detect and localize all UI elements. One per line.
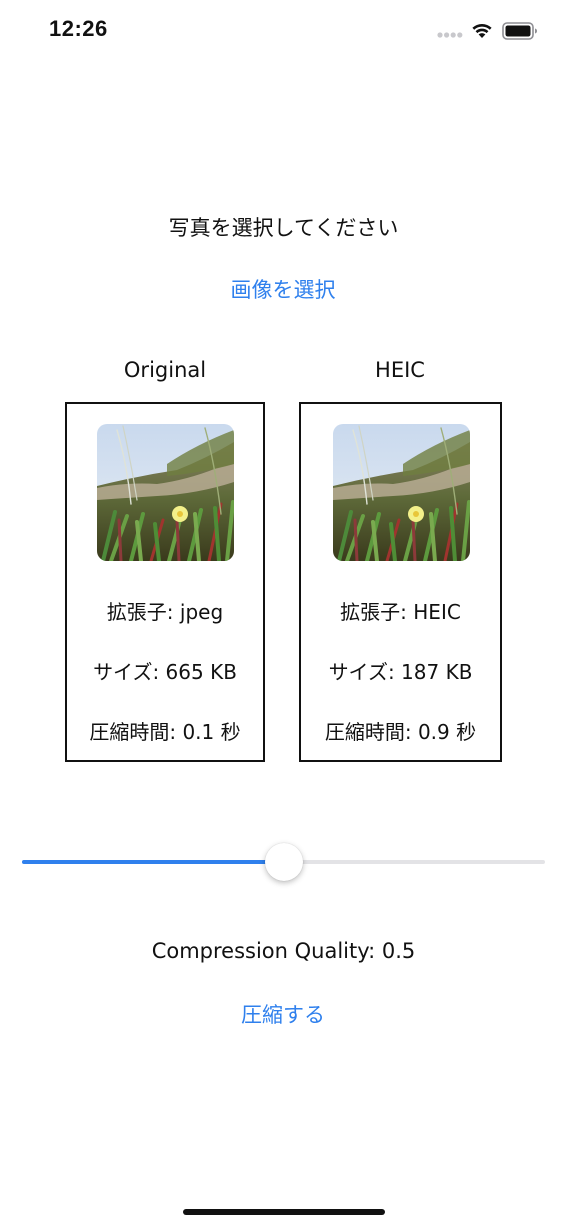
select-image-button[interactable]: 画像を選択 bbox=[183, 274, 383, 304]
original-card: 拡張子: jpeg サイズ: 665 KB 圧縮時間: 0.1 秒 bbox=[65, 402, 265, 762]
compress-button[interactable]: 圧縮する bbox=[183, 999, 383, 1029]
original-column-title: Original bbox=[123, 358, 207, 382]
select-photo-prompt: 写真を選択してください bbox=[168, 216, 399, 240]
compression-quality-slider[interactable] bbox=[22, 842, 545, 882]
slider-thumb[interactable] bbox=[265, 843, 303, 881]
status-time: 12:26 bbox=[49, 16, 108, 41]
status-bar: 12:26 bbox=[0, 0, 567, 62]
original-extension: 拡張子: jpeg bbox=[106, 600, 224, 624]
heic-column-title: HEIC bbox=[375, 358, 425, 382]
compression-quality-label: Compression Quality: 0.5 bbox=[151, 939, 416, 963]
battery-icon bbox=[502, 22, 537, 40]
home-indicator bbox=[183, 1209, 385, 1215]
heic-card: 拡張子: HEIC サイズ: 187 KB 圧縮時間: 0.9 秒 bbox=[299, 402, 502, 762]
original-size: サイズ: 665 KB bbox=[93, 660, 237, 684]
wifi-icon bbox=[472, 23, 492, 38]
slider-fill bbox=[22, 860, 284, 864]
heic-size: サイズ: 187 KB bbox=[328, 660, 473, 684]
heic-extension: 拡張子: HEIC bbox=[340, 600, 461, 624]
original-thumbnail bbox=[97, 424, 234, 561]
original-compression-time: 圧縮時間: 0.1 秒 bbox=[89, 720, 241, 744]
heic-compression-time: 圧縮時間: 0.9 秒 bbox=[324, 720, 477, 744]
signal-dots-icon bbox=[437, 32, 463, 38]
heic-thumbnail bbox=[333, 424, 470, 561]
